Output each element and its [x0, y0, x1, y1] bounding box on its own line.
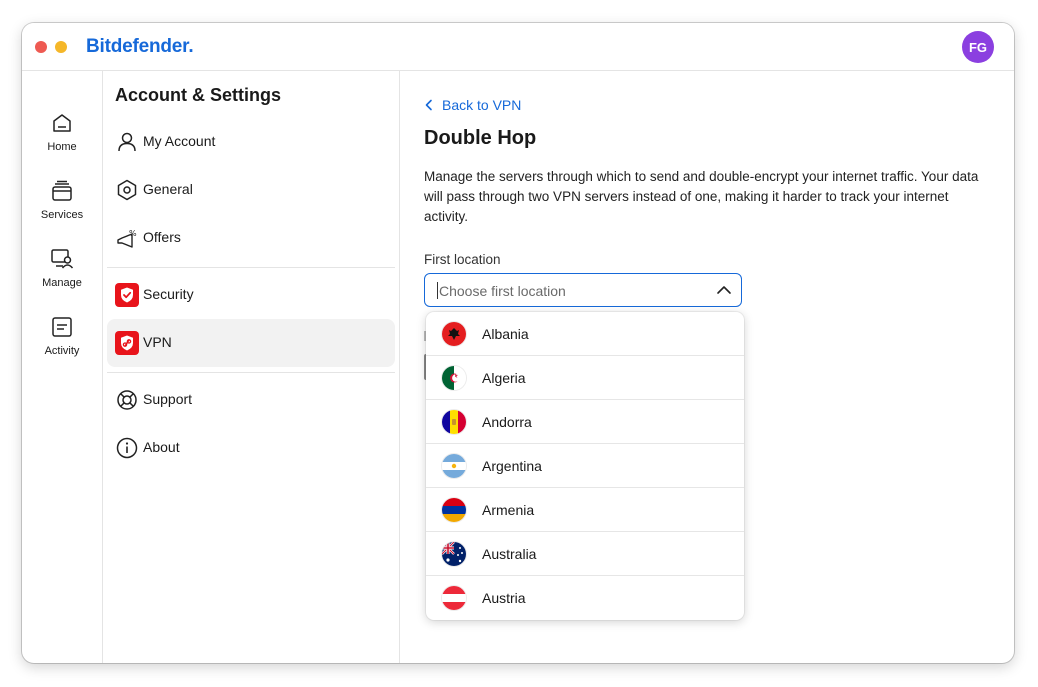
chevron-up-icon[interactable] [716, 283, 732, 297]
shield-icon [115, 283, 139, 307]
settings-item-my-account[interactable]: My Account [107, 118, 395, 166]
avatar[interactable]: FG [962, 31, 994, 63]
settings-panel: Account & Settings My Account General % … [103, 71, 400, 663]
settings-item-label: My Account [143, 133, 216, 149]
vpn-shield-icon [115, 331, 139, 355]
activity-icon [52, 317, 72, 337]
home-icon [53, 114, 71, 132]
australia-flag-icon [442, 542, 466, 566]
nav-label-services: Services [40, 209, 84, 221]
settings-item-label: About [143, 439, 180, 455]
settings-divider [107, 372, 395, 373]
main-content: Back to VPN Double Hop Manage the server… [400, 71, 1014, 663]
chevron-left-icon [425, 99, 432, 111]
dropdown-option-albania[interactable]: Albania [426, 312, 744, 356]
armenia-flag-icon [442, 498, 466, 522]
lifebuoy-icon [117, 390, 137, 410]
location-dropdown: Albania Algeria Andorra Argentina Armeni… [426, 312, 744, 620]
text-cursor [437, 282, 438, 299]
dropdown-option-armenia[interactable]: Armenia [426, 488, 744, 532]
nav-item-services[interactable]: Services [22, 179, 102, 239]
option-label: Armenia [482, 502, 535, 518]
option-label: Argentina [482, 458, 542, 474]
back-to-vpn-link[interactable]: Back to VPN [424, 97, 521, 113]
nav-label-activity: Activity [44, 345, 80, 357]
page-description: Manage the servers through which to send… [424, 169, 979, 224]
brand-logo: Bitdefender. [86, 36, 194, 57]
back-label: Back to VPN [442, 97, 522, 113]
app-window: Bitdefender. FG Home Services Manage Act… [22, 23, 1014, 663]
option-label: Andorra [482, 414, 532, 430]
settings-item-label: Offers [143, 229, 181, 245]
page-title: Double Hop [424, 127, 537, 149]
dropdown-option-algeria[interactable]: Algeria [426, 356, 744, 400]
manage-icon [51, 249, 74, 269]
hexagon-gear-icon [117, 179, 137, 201]
dropdown-option-austria[interactable]: Austria [426, 576, 744, 620]
first-location-select[interactable]: Choose first location [424, 273, 742, 307]
nav-item-manage[interactable]: Manage [22, 247, 102, 307]
option-label: Algeria [482, 370, 526, 386]
svg-text:%: % [129, 229, 137, 238]
settings-item-support[interactable]: Support [107, 376, 395, 424]
nav-label-manage: Manage [42, 277, 82, 289]
title-bar: Bitdefender. FG [22, 23, 1014, 71]
andorra-flag-icon [442, 410, 466, 434]
left-nav: Home Services Manage Activity [22, 71, 103, 663]
megaphone-icon: % [117, 229, 137, 248]
settings-title: Account & Settings [115, 85, 282, 105]
settings-item-about[interactable]: About [107, 424, 395, 472]
option-label: Albania [482, 326, 529, 342]
option-label: Australia [482, 546, 537, 562]
settings-item-general[interactable]: General [107, 166, 395, 214]
nav-label-home: Home [47, 141, 77, 153]
info-icon [116, 437, 138, 459]
settings-item-vpn[interactable]: VPN [107, 319, 395, 367]
user-icon [118, 132, 136, 152]
nav-item-home[interactable]: Home [22, 111, 102, 171]
settings-item-label: VPN [143, 334, 172, 350]
first-location-label: First location [424, 252, 501, 267]
settings-item-label: Support [143, 391, 193, 407]
settings-item-security[interactable]: Security [107, 271, 395, 319]
settings-item-label: General [143, 181, 193, 197]
albania-flag-icon [442, 322, 466, 346]
dropdown-option-australia[interactable]: Australia [426, 532, 744, 576]
minimize-window-button[interactable] [55, 41, 67, 53]
services-icon [52, 180, 72, 201]
settings-item-label: Security [143, 286, 194, 302]
close-window-button[interactable] [35, 41, 47, 53]
austria-flag-icon [442, 586, 466, 610]
first-location-placeholder: Choose first location [439, 283, 566, 299]
algeria-flag-icon [442, 366, 466, 390]
option-label: Austria [482, 590, 526, 606]
argentina-flag-icon [442, 454, 466, 478]
settings-divider [107, 267, 395, 268]
dropdown-option-andorra[interactable]: Andorra [426, 400, 744, 444]
nav-item-activity[interactable]: Activity [22, 315, 102, 375]
dropdown-option-argentina[interactable]: Argentina [426, 444, 744, 488]
settings-item-offers[interactable]: % Offers [107, 214, 395, 262]
